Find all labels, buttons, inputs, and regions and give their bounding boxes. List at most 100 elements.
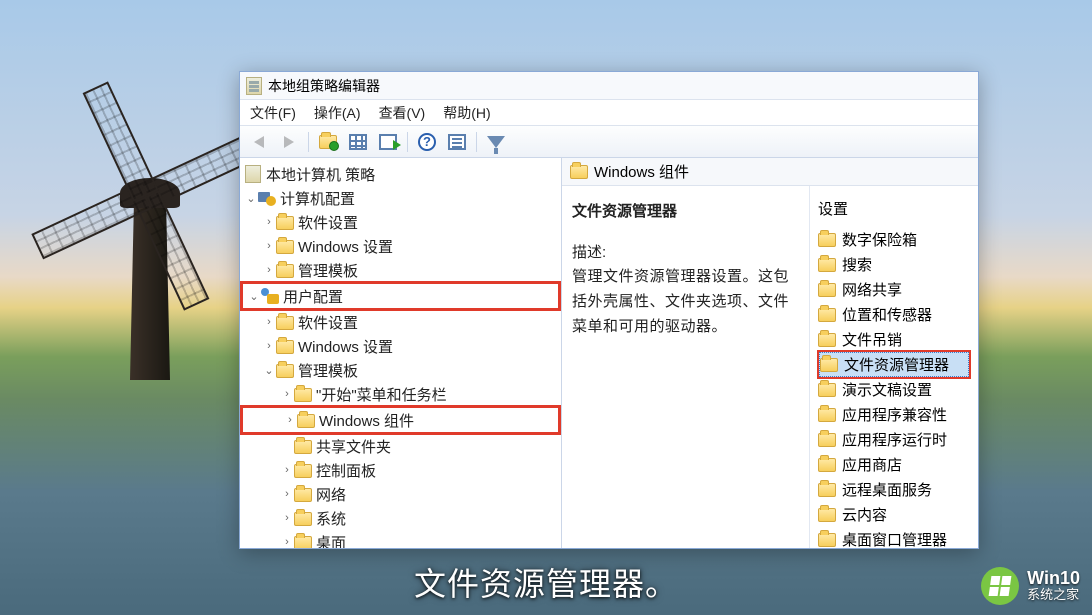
settings-item-digital-locker[interactable]: 数字保险箱: [818, 227, 970, 252]
menu-view[interactable]: 查看(V): [379, 103, 426, 123]
tree-user-config[interactable]: ⌄ 用户配置: [243, 284, 554, 308]
menu-file[interactable]: 文件(F): [250, 103, 296, 123]
folder-icon: [818, 533, 836, 547]
watermark-line2: 系统之家: [1027, 587, 1080, 603]
settings-item-window-mgr[interactable]: 桌面窗口管理器: [818, 527, 970, 548]
tree-root[interactable]: 本地计算机 策略: [240, 162, 561, 186]
settings-item-location-sensors[interactable]: 位置和传感器: [818, 302, 970, 327]
folder-icon: [818, 308, 836, 322]
settings-item-label: 应用商店: [842, 454, 902, 475]
titlebar[interactable]: 本地组策略编辑器: [240, 72, 978, 100]
chevron-right-icon[interactable]: ›: [280, 464, 294, 476]
show-tree-button[interactable]: [345, 130, 371, 154]
settings-item-network-sharing[interactable]: 网络共享: [818, 277, 970, 302]
folder-icon: [818, 458, 836, 472]
settings-item-file-revocation[interactable]: 文件吊销: [818, 327, 970, 352]
wallpaper-windmill: [60, 120, 240, 380]
chevron-right-icon[interactable]: ›: [280, 388, 294, 400]
menu-action[interactable]: 操作(A): [314, 103, 361, 123]
nav-forward-button[interactable]: [276, 130, 302, 154]
settings-column: 设置 数字保险箱 搜索 网络共享 位置和传感器 文件吊销 文件资源管理器 演示文…: [810, 186, 978, 548]
settings-item-app-store[interactable]: 应用商店: [818, 452, 970, 477]
filter-button[interactable]: [483, 130, 509, 154]
settings-item-remote-desktop[interactable]: 远程桌面服务: [818, 477, 970, 502]
folder-icon: [570, 165, 588, 179]
settings-item-search[interactable]: 搜索: [818, 252, 970, 277]
tree-item-desktop[interactable]: › 桌面: [240, 530, 561, 548]
chevron-right-icon[interactable]: ›: [283, 414, 297, 426]
video-caption: 文件资源管理器。: [414, 559, 678, 605]
toolbar-separator: [407, 132, 408, 152]
settings-item-label: 数字保险箱: [842, 229, 917, 250]
folder-icon: [294, 488, 312, 502]
up-folder-button[interactable]: [315, 130, 341, 154]
settings-item-presentation[interactable]: 演示文稿设置: [818, 377, 970, 402]
folder-icon: [297, 414, 315, 428]
tree-item-windows-settings[interactable]: › Windows 设置: [240, 234, 561, 258]
chevron-down-icon[interactable]: ⌄: [247, 290, 261, 303]
tree-item-label: 控制面板: [316, 460, 376, 481]
tree-item-network[interactable]: › 网络: [240, 482, 561, 506]
help-button[interactable]: ?: [414, 130, 440, 154]
app-icon: [246, 77, 262, 95]
chevron-right-icon[interactable]: ›: [262, 240, 276, 252]
policy-icon: [245, 165, 261, 183]
folder-icon: [818, 283, 836, 297]
settings-item-app-compat[interactable]: 应用程序兼容性: [818, 402, 970, 427]
tree-root-label: 本地计算机 策略: [266, 164, 375, 185]
tree-item-label: 管理模板: [298, 260, 358, 281]
settings-item-file-explorer[interactable]: 文件资源管理器: [819, 352, 969, 377]
arrow-right-icon: [284, 136, 294, 148]
toolbar: ?: [240, 126, 978, 158]
chevron-right-icon[interactable]: ›: [262, 264, 276, 276]
folder-icon: [294, 440, 312, 454]
tree-computer-config[interactable]: ⌄ 计算机配置: [240, 186, 561, 210]
settings-item-label: 网络共享: [842, 279, 902, 300]
content-header: Windows 组件: [562, 158, 978, 186]
tree-item-windows-settings[interactable]: › Windows 设置: [240, 334, 561, 358]
chevron-down-icon[interactable]: ⌄: [262, 364, 276, 377]
help-icon: ?: [418, 133, 436, 151]
arrow-left-icon: [254, 136, 264, 148]
settings-item-label: 远程桌面服务: [842, 479, 932, 500]
settings-item-label: 文件资源管理器: [844, 354, 949, 375]
tree-item-start-taskbar[interactable]: › "开始"菜单和任务栏: [240, 382, 561, 406]
tree-item-admin-templates[interactable]: ⌄ 管理模板: [240, 358, 561, 382]
tree-item-shared-folders[interactable]: 共享文件夹: [240, 434, 561, 458]
properties-icon: [448, 134, 466, 150]
settings-item-label: 应用程序运行时: [842, 429, 947, 450]
nav-back-button[interactable]: [246, 130, 272, 154]
chevron-right-icon[interactable]: ›: [280, 512, 294, 524]
folder-up-icon: [319, 135, 337, 149]
toolbar-separator: [476, 132, 477, 152]
export-button[interactable]: [375, 130, 401, 154]
chevron-right-icon[interactable]: ›: [280, 536, 294, 548]
tree-item-control-panel[interactable]: › 控制面板: [240, 458, 561, 482]
tree-item-admin-templates[interactable]: › 管理模板: [240, 258, 561, 282]
menu-help[interactable]: 帮助(H): [443, 103, 490, 123]
tree-item-software[interactable]: › 软件设置: [240, 310, 561, 334]
chevron-right-icon[interactable]: ›: [262, 340, 276, 352]
folder-icon: [276, 316, 294, 330]
tree-item-windows-components[interactable]: › Windows 组件: [243, 408, 554, 432]
description-label: 描述:: [572, 241, 799, 262]
windows-logo-icon: [989, 576, 1012, 596]
settings-item-label: 位置和传感器: [842, 304, 932, 325]
folder-icon: [276, 240, 294, 254]
tree-item-label: 软件设置: [298, 212, 358, 233]
chevron-down-icon[interactable]: ⌄: [244, 192, 258, 205]
folder-icon: [294, 536, 312, 549]
settings-item-cloud-content[interactable]: 云内容: [818, 502, 970, 527]
settings-item-app-runtime[interactable]: 应用程序运行时: [818, 427, 970, 452]
chevron-right-icon[interactable]: ›: [280, 488, 294, 500]
tree-item-label: 计算机配置: [280, 188, 355, 209]
tree-item-software[interactable]: › 软件设置: [240, 210, 561, 234]
menubar: 文件(F) 操作(A) 查看(V) 帮助(H): [240, 100, 978, 126]
properties-button[interactable]: [444, 130, 470, 154]
chevron-right-icon[interactable]: ›: [262, 216, 276, 228]
tree-item-system[interactable]: › 系统: [240, 506, 561, 530]
computer-config-icon: [258, 190, 276, 206]
settings-heading: 设置: [818, 198, 970, 219]
tree-pane[interactable]: 本地计算机 策略 ⌄ 计算机配置 › 软件设置 ›: [240, 158, 562, 548]
chevron-right-icon[interactable]: ›: [262, 316, 276, 328]
